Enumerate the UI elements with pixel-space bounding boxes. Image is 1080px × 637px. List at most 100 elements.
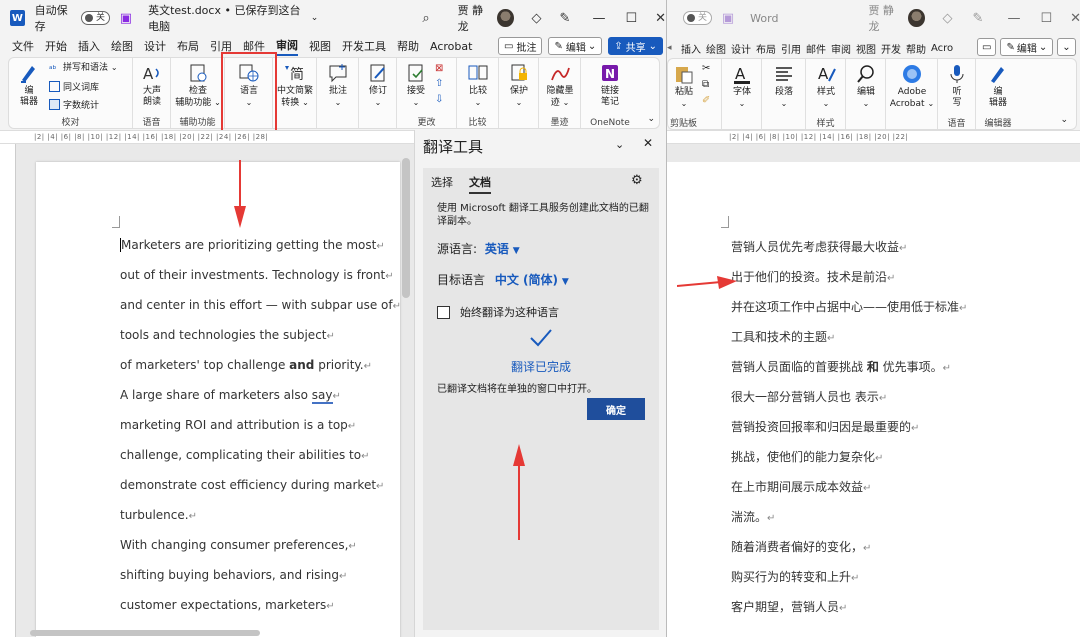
protect-button[interactable]: 保护 ⌄ xyxy=(504,62,534,109)
doc-line[interactable]: 营销投资回报率和归因是最重要的↵ xyxy=(731,418,919,435)
compare-button[interactable]: 比较 ⌄ xyxy=(463,62,493,109)
doc-line[interactable]: marketing ROI and attribution is a top↵ xyxy=(120,418,356,432)
comments-button[interactable]: ▭ 批注 xyxy=(498,37,543,55)
doc-line[interactable]: 购买行为的转变和上升↵ xyxy=(731,568,859,585)
doc-line[interactable]: and center in this effort — with subpar … xyxy=(120,298,401,312)
doc-line[interactable]: customer expectations, marketers↵ xyxy=(120,598,335,612)
always-translate-checkbox[interactable] xyxy=(437,305,450,319)
overflow-icon[interactable]: ◂ xyxy=(667,43,679,53)
editor-button[interactable]: 编辑器 xyxy=(982,63,1014,109)
chevron-down-icon[interactable]: ⌄ xyxy=(615,138,624,151)
copy-button[interactable]: ⧉ xyxy=(702,79,709,90)
doc-line[interactable]: demonstrate cost efficiency during marke… xyxy=(120,478,384,492)
previous-change-button[interactable]: ⇧ xyxy=(435,78,443,89)
thesaurus-button[interactable]: 同义词库 xyxy=(49,81,99,94)
hide-ink-button[interactable]: 隐藏墨迹 ⌄ xyxy=(543,62,577,109)
cut-button[interactable]: ✂ xyxy=(702,63,710,74)
close-icon[interactable]: ✕ xyxy=(655,11,666,26)
maximize-icon[interactable]: ☐ xyxy=(1040,11,1052,26)
doc-line[interactable]: 湍流。↵ xyxy=(731,508,775,525)
maximize-icon[interactable]: ☐ xyxy=(625,11,637,26)
adobe-acrobat-button[interactable]: Adobe Acrobat ⌄ xyxy=(888,63,936,110)
tab-acrobat[interactable]: Acro xyxy=(931,43,953,54)
settings-gear-icon[interactable]: ⚙ xyxy=(631,173,643,188)
autosave-toggle[interactable]: 关 xyxy=(80,11,110,25)
target-language-select[interactable]: 中文 (简体) xyxy=(495,273,558,287)
source-language-select[interactable]: 英语 xyxy=(485,242,509,256)
word-count-button[interactable]: 字数统计 xyxy=(49,99,99,112)
dictate-button[interactable]: 听写 xyxy=(942,63,972,109)
tab-insert[interactable]: 插入 xyxy=(681,41,701,56)
doc-line[interactable]: 挑战，使他们的能力复杂化↵ xyxy=(731,448,883,465)
new-comment-button[interactable]: 批注 ⌄ xyxy=(321,62,355,109)
doc-line[interactable]: out of their investments. Technology is … xyxy=(120,268,394,282)
doc-line[interactable]: 随着消费者偏好的变化，↵ xyxy=(731,538,871,555)
document-title[interactable]: 英文test.docx • 已保存到这台电脑 xyxy=(148,2,308,34)
read-aloud-button[interactable]: A 大声 朗读 xyxy=(137,62,167,108)
chinese-conversion-button[interactable]: 简 中文简繁 转换 ⌄ xyxy=(273,62,317,109)
user-name[interactable]: 贾 静龙 xyxy=(868,2,902,34)
horizontal-scrollbar[interactable] xyxy=(30,630,260,636)
comments-button[interactable]: ▭ xyxy=(977,38,997,56)
doc-line[interactable]: 客户期望，营销人员↵ xyxy=(731,598,847,615)
collapse-ribbon-icon[interactable]: ⌄ xyxy=(1060,115,1068,125)
pen-icon[interactable]: ✎ xyxy=(973,11,984,26)
spelling-grammar-button[interactable]: ᵃᵇ 拼写和语法 ⌄ xyxy=(49,62,118,76)
tab-mailings[interactable]: 邮件 xyxy=(806,41,826,56)
tab-help[interactable]: 帮助 xyxy=(906,41,926,56)
caret-down-icon[interactable]: ▼ xyxy=(513,246,520,256)
doc-line[interactable]: With changing consumer preferences,↵ xyxy=(120,538,357,552)
search-icon[interactable]: ⌕ xyxy=(422,11,429,26)
diamond-icon[interactable]: ◇ xyxy=(532,11,542,26)
collapse-ribbon-icon[interactable]: ⌄ xyxy=(647,114,655,124)
doc-line[interactable]: 营销人员优先考虑获得最大收益↵ xyxy=(731,238,907,255)
next-change-button[interactable]: ⇩ xyxy=(435,94,443,105)
doc-line[interactable]: 工具和技术的主题↵ xyxy=(731,328,835,345)
paste-button[interactable]: 粘贴 ⌄ xyxy=(670,63,698,110)
vertical-scrollbar[interactable] xyxy=(402,158,410,298)
tab-review[interactable]: 审阅 xyxy=(831,41,851,56)
pen-icon[interactable]: ✎ xyxy=(560,11,571,26)
diamond-icon[interactable]: ◇ xyxy=(943,11,953,26)
accept-button[interactable]: 接受 ⌄ xyxy=(401,62,431,109)
tab-document[interactable]: 文档 xyxy=(469,174,491,194)
tab-draw[interactable]: 绘图 xyxy=(111,38,133,54)
more-options-button[interactable]: ⌄ xyxy=(1057,38,1076,56)
avatar[interactable] xyxy=(497,9,514,27)
tab-view[interactable]: 视图 xyxy=(309,38,331,54)
caret-down-icon[interactable]: ▼ xyxy=(562,277,569,287)
chevron-down-icon[interactable]: ⌄ xyxy=(311,13,319,23)
tab-layout[interactable]: 布局 xyxy=(756,41,776,56)
save-icon[interactable]: ▣ xyxy=(722,11,734,26)
share-button[interactable]: ⇪ 共享 ⌄ xyxy=(608,37,664,55)
autosave-toggle[interactable]: 关 xyxy=(683,11,712,25)
tab-acrobat[interactable]: Acrobat xyxy=(430,40,472,53)
tab-review[interactable]: 审阅 xyxy=(276,37,298,56)
minimize-icon[interactable]: — xyxy=(592,11,605,26)
edit-mode-button[interactable]: ✎ 编辑 ⌄ xyxy=(1000,38,1054,56)
tab-design[interactable]: 设计 xyxy=(731,41,751,56)
avatar[interactable] xyxy=(907,9,925,27)
save-icon[interactable]: ▣ xyxy=(120,11,132,26)
doc-line[interactable]: 并在这项工作中占据中心——使用低于标准↵ xyxy=(731,298,967,315)
doc-line[interactable]: 很大一部分营销人员也 表示↵ xyxy=(731,388,887,405)
paragraph-button[interactable]: 段落 ⌄ xyxy=(768,63,800,110)
ok-button[interactable]: 确定 xyxy=(587,398,645,420)
user-name[interactable]: 贾 静龙 xyxy=(458,2,491,34)
tab-view[interactable]: 视图 xyxy=(856,41,876,56)
tab-draw[interactable]: 绘图 xyxy=(706,41,726,56)
check-accessibility-button[interactable]: 检查 辅助功能 ⌄ xyxy=(175,62,221,109)
doc-line[interactable]: turbulence.↵ xyxy=(120,508,197,522)
tab-help[interactable]: 帮助 xyxy=(397,38,419,54)
close-icon[interactable]: ✕ xyxy=(643,136,653,150)
doc-line[interactable]: A large share of marketers also say↵ xyxy=(120,388,341,404)
track-changes-button[interactable]: 修订 ⌄ xyxy=(363,62,393,109)
tab-design[interactable]: 设计 xyxy=(144,38,166,54)
doc-line[interactable]: shifting buying behaviors, and rising↵ xyxy=(120,568,347,582)
linked-notes-button[interactable]: N 链接 笔记 xyxy=(593,62,627,108)
doc-line[interactable]: 在上市期间展示成本效益↵ xyxy=(731,478,871,495)
tab-home[interactable]: 开始 xyxy=(45,38,67,54)
tab-layout[interactable]: 布局 xyxy=(177,38,199,54)
tab-developer[interactable]: 开发工具 xyxy=(342,38,386,54)
close-icon[interactable]: ✕ xyxy=(1070,11,1080,26)
